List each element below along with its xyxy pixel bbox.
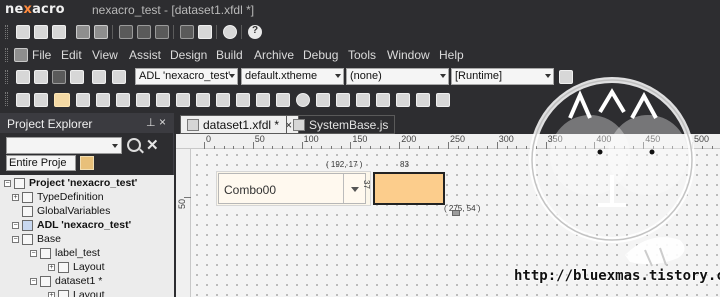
- watermark-url: http://bluexmas.tistory.com/: [514, 268, 720, 284]
- watermark-logo: [529, 77, 695, 267]
